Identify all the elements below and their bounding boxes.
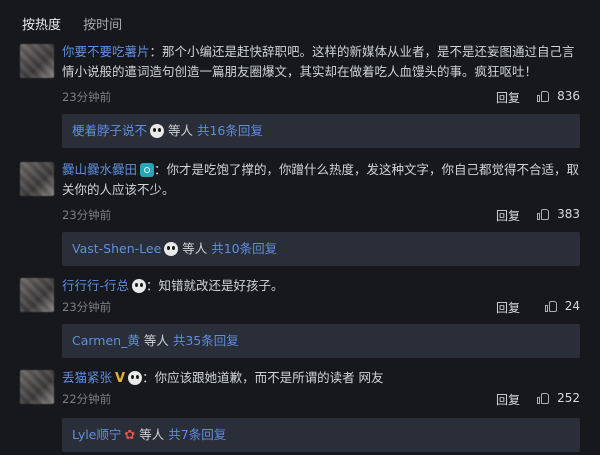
like-button[interactable]: 252 xyxy=(537,391,580,405)
comment-username[interactable]: 行行行-行总 xyxy=(62,278,129,293)
reply-thread-count[interactable]: 共10条回复 xyxy=(211,241,277,256)
panda-icon xyxy=(132,279,147,293)
reply-thread-count[interactable]: 共7条回复 xyxy=(168,427,226,442)
reply-thread-user[interactable]: Vast-Shen-Lee xyxy=(72,241,161,256)
comment-text: ：你应该跟她道歉，而不是所谓的读者 网友 xyxy=(142,370,384,385)
comment-body: 丢猫紧张 V ：你应该跟她道歉，而不是所谓的读者 网友 xyxy=(62,368,580,389)
reply-button[interactable]: 回复 xyxy=(496,207,520,224)
like-button[interactable]: 836 xyxy=(537,89,580,103)
avatar[interactable] xyxy=(20,370,54,404)
avatar[interactable] xyxy=(20,278,54,312)
comment-body: 行行行-行总 ：知错就改还是好孩子。 xyxy=(62,276,580,296)
tab-time[interactable]: 按时间 xyxy=(83,14,122,33)
comment-text: ：知错就改还是好孩子。 xyxy=(146,278,284,293)
comment-time: 23分钟前 xyxy=(62,90,112,104)
thumbs-up-icon xyxy=(537,90,550,102)
thumbs-up-icon xyxy=(537,208,550,220)
flower-icon: ✿ xyxy=(124,428,136,443)
reply-thread-summary[interactable]: Carmen_黄 等人 共35条回复 xyxy=(62,324,580,358)
like-count: 836 xyxy=(557,89,580,103)
like-count: 24 xyxy=(564,299,580,313)
reply-thread-summary[interactable]: 梗着脖子说不 等人 共16条回复 xyxy=(62,114,580,148)
sort-tabs: 按热度 按时间 xyxy=(22,14,140,34)
comment-body: 爨山爨水爨田 ：你才是吃饱了撑的，你蹭什么热度，发这种文字，你自己都觉得不合适，取… xyxy=(62,160,580,200)
reply-thread-mid: 等人 xyxy=(178,241,212,256)
panda-icon xyxy=(164,242,179,256)
comment-username[interactable]: 爨山爨水爨田 xyxy=(62,162,137,177)
reply-thread-mid: 等人 xyxy=(164,123,197,138)
like-button[interactable]: 24 xyxy=(544,299,580,313)
reply-thread-mid: 等人 xyxy=(135,427,169,442)
like-button[interactable]: 383 xyxy=(537,207,580,221)
reply-button[interactable]: 回复 xyxy=(496,89,520,106)
avatar[interactable] xyxy=(20,162,54,196)
reply-thread-mid: 等人 xyxy=(139,333,173,348)
reply-thread-count[interactable]: 共35条回复 xyxy=(173,333,239,348)
verified-v-icon: V xyxy=(115,371,126,386)
comment-body: 你要不要吃薯片：那个小编还是赶快辞职吧。这样的新媒体从业者，是不是还妄图通过自己… xyxy=(62,42,580,82)
comment-time: 22分钟前 xyxy=(62,392,112,406)
avatar[interactable] xyxy=(20,44,54,78)
tab-hot[interactable]: 按热度 xyxy=(22,14,61,33)
like-count: 252 xyxy=(557,391,580,405)
reply-thread-summary[interactable]: Vast-Shen-Lee 等人 共10条回复 xyxy=(62,232,580,266)
comment-username[interactable]: 丢猫紧张 xyxy=(62,370,112,385)
camera-icon xyxy=(140,163,155,177)
reply-thread-user[interactable]: 梗着脖子说不 xyxy=(72,123,147,138)
reply-thread-count[interactable]: 共16条回复 xyxy=(197,123,263,138)
comment-time: 23分钟前 xyxy=(62,208,112,222)
comment-time: 23分钟前 xyxy=(62,300,112,314)
thumbs-up-icon xyxy=(544,300,557,312)
reply-button[interactable]: 回复 xyxy=(496,299,520,316)
like-count: 383 xyxy=(557,207,580,221)
reply-button[interactable]: 回复 xyxy=(496,391,520,408)
reply-thread-user[interactable]: Lyle顺宁 xyxy=(72,427,121,442)
panda-icon xyxy=(128,371,143,385)
comment-username[interactable]: 你要不要吃薯片 xyxy=(62,44,150,59)
thumbs-up-icon xyxy=(537,392,550,404)
reply-thread-summary[interactable]: Lyle顺宁 ✿ 等人 共7条回复 xyxy=(62,418,580,452)
reply-thread-user[interactable]: Carmen_黄 xyxy=(72,333,140,348)
panda-icon xyxy=(150,124,165,138)
